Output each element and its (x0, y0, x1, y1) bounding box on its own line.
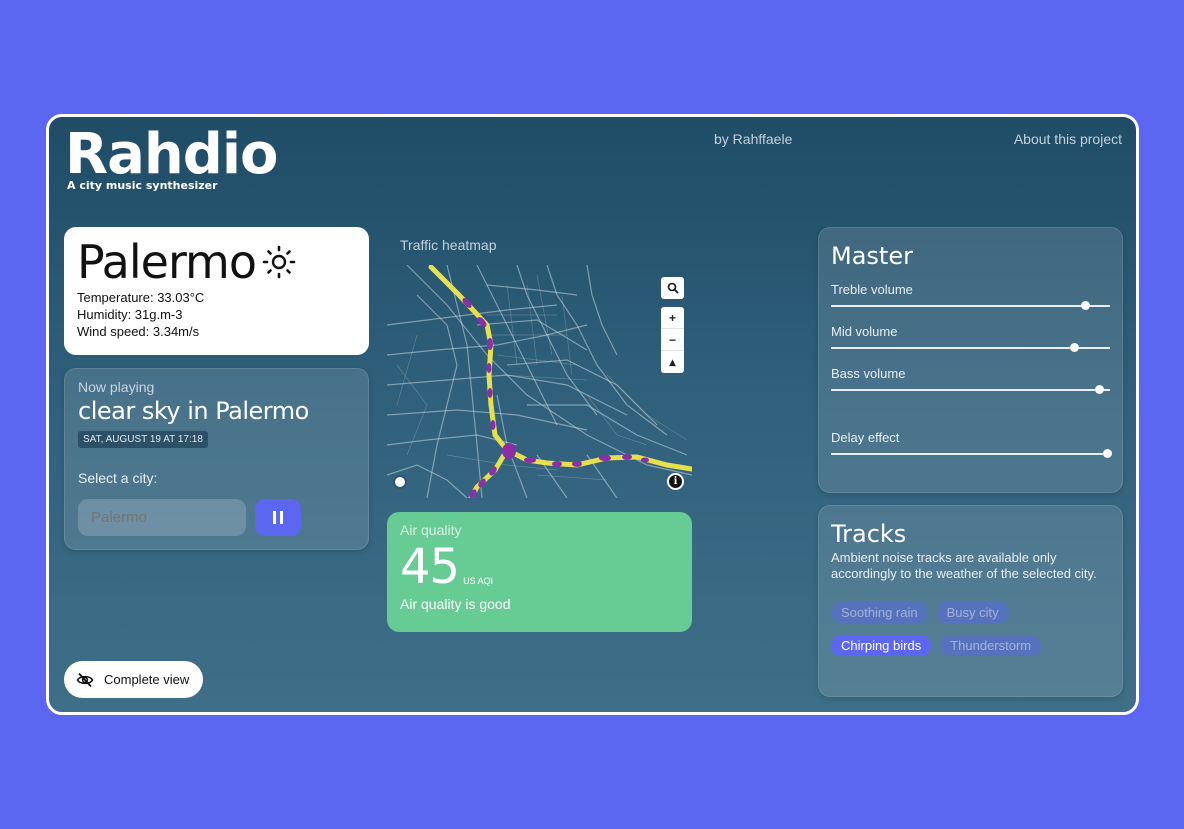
info-icon[interactable]: i (667, 473, 684, 490)
pause-icon (273, 511, 276, 524)
app-window: Rahdio A city music synthesizer by Rahff… (46, 114, 1139, 715)
tracks-card: Tracks Ambient noise tracks are availabl… (818, 505, 1123, 697)
zoom-in-button[interactable]: + (661, 307, 684, 329)
complete-view-label: Complete view (104, 672, 190, 687)
map-streets (387, 265, 692, 498)
heat-route (428, 265, 692, 472)
slider-thumb[interactable] (1080, 301, 1090, 310)
now-playing-title: clear sky in Palermo (78, 397, 309, 425)
zoom-out-button[interactable]: − (661, 329, 684, 351)
wind-speed: Wind speed: 3.34m/s (77, 324, 200, 339)
brand: Rahdio A city music synthesizer (65, 122, 279, 193)
slider-track (831, 305, 1110, 307)
treble-volume-label: Treble volume (831, 282, 913, 297)
track-chips: Soothing rain Busy city Chirping birds T… (831, 602, 1071, 656)
now-playing-datetime: SAT, AUGUST 19 AT 17:18 (78, 431, 208, 448)
search-icon (667, 282, 679, 294)
air-quality-unit: US AQI (463, 576, 494, 586)
air-quality-card: Air quality 45 US AQI Air quality is goo… (387, 512, 692, 632)
city-controls (78, 499, 355, 536)
air-quality-value: 45 (400, 539, 460, 595)
compass-button[interactable]: ▴ (661, 351, 684, 373)
pause-button[interactable] (255, 499, 301, 536)
app-logo: Rahdio (65, 122, 279, 187)
temperature: Temperature: 33.03°C (77, 290, 205, 305)
track-chip-chirping-birds[interactable]: Chirping birds (831, 635, 932, 656)
bass-volume-slider[interactable] (831, 384, 1110, 396)
traffic-heatmap-map[interactable]: + − ▴ i (387, 265, 692, 498)
author-link[interactable]: by Rahffaele (714, 131, 792, 147)
slider-thumb[interactable] (1069, 343, 1079, 352)
delay-effect-label: Delay effect (831, 430, 900, 445)
track-chip-soothing-rain[interactable]: Soothing rain (831, 602, 928, 623)
mid-volume-slider[interactable] (831, 342, 1110, 354)
now-playing-card: Now playing clear sky in Palermo SAT, AU… (64, 368, 369, 550)
treble-volume-slider[interactable] (831, 300, 1110, 312)
bass-volume-label: Bass volume (831, 366, 906, 381)
air-quality-value-row: 45 US AQI (400, 539, 679, 595)
master-title: Master (831, 242, 913, 270)
track-chip-thunderstorm[interactable]: Thunderstorm (940, 635, 1042, 656)
mid-volume-label: Mid volume (831, 324, 898, 339)
city-input[interactable] (78, 499, 246, 536)
map-logo-icon (393, 475, 407, 489)
about-link[interactable]: About this project (1014, 131, 1122, 147)
master-sliders: Treble volume Mid volume Bass volume Del… (831, 282, 1113, 460)
tracks-title: Tracks (831, 520, 907, 548)
complete-view-button[interactable]: Complete view (64, 661, 203, 698)
pause-icon-bar (280, 511, 283, 524)
weather-city: Palermo (77, 235, 257, 289)
humidity: Humidity: 31g.m-3 (77, 307, 183, 322)
eye-off-icon (76, 672, 94, 687)
slider-thumb[interactable] (1094, 385, 1104, 394)
track-chip-busy-city[interactable]: Busy city (936, 602, 1009, 623)
air-quality-label: Air quality (400, 522, 462, 538)
select-city-label: Select a city: (78, 470, 158, 486)
slider-spacer (831, 396, 1110, 418)
sun-icon (262, 245, 296, 279)
now-playing-label: Now playing (78, 379, 155, 395)
air-quality-description: Air quality is good (400, 596, 511, 612)
master-card: Master Treble volume Mid volume Bass vol… (818, 227, 1123, 493)
map-zoom-controls: + − ▴ (661, 307, 684, 373)
slider-thumb[interactable] (1103, 449, 1113, 458)
weather-card: Palermo Temperature: 33.03°C Humidity: 3… (64, 227, 369, 355)
map-search-button[interactable] (661, 277, 684, 299)
delay-effect-slider[interactable] (831, 448, 1113, 460)
slider-track (831, 453, 1110, 455)
traffic-heatmap-title: Traffic heatmap (400, 237, 497, 253)
slider-track (831, 347, 1110, 349)
weather-city-row: Palermo (77, 235, 356, 289)
slider-track (831, 389, 1110, 391)
tracks-description: Ambient noise tracks are available only … (831, 550, 1097, 581)
